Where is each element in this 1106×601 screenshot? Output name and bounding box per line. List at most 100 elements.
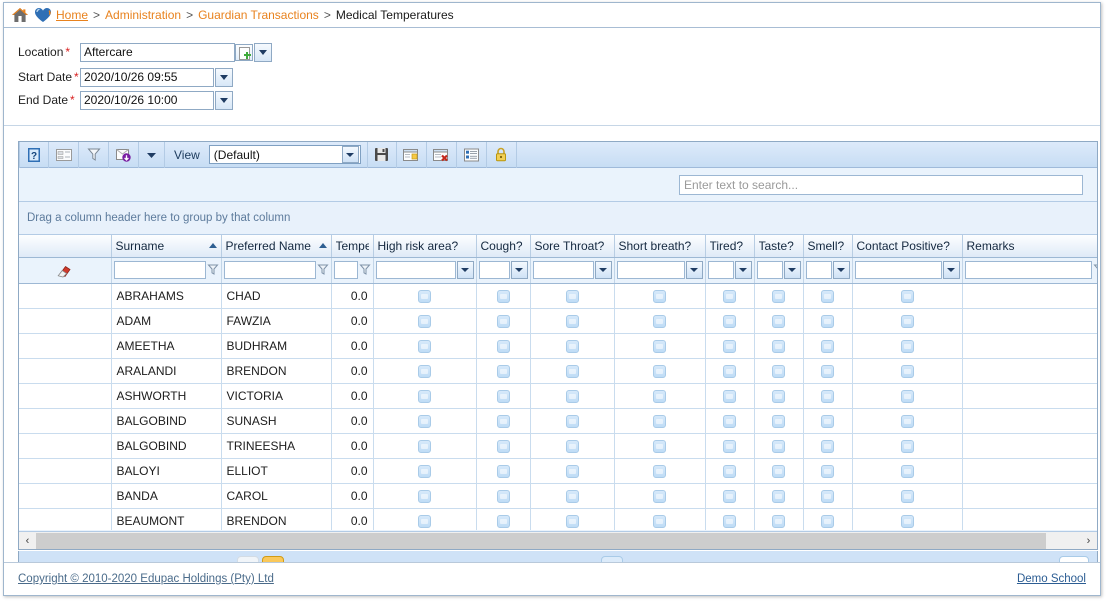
- checkbox-tired[interactable]: [723, 389, 736, 403]
- column-header-tired[interactable]: Tired?: [705, 235, 755, 258]
- column-header-rowind[interactable]: [19, 235, 112, 258]
- row-indicator-cell[interactable]: [19, 508, 112, 530]
- row-indicator-cell[interactable]: [19, 308, 112, 334]
- row-indicator-cell[interactable]: [19, 408, 112, 434]
- checkbox-cough[interactable]: [496, 414, 510, 428]
- checkbox-taste[interactable]: [772, 339, 785, 353]
- table-row[interactable]: BALGOBIND SUNASH 0.0: [19, 408, 1097, 434]
- checkbox-cell-taste[interactable]: [754, 483, 804, 509]
- checkbox-cell-contact[interactable]: [852, 283, 963, 309]
- lock-button[interactable]: [487, 142, 517, 168]
- checkbox-cell-cough[interactable]: [476, 358, 531, 384]
- checkbox-cell-tired[interactable]: [705, 358, 755, 384]
- checkbox-tired[interactable]: [723, 339, 736, 353]
- breadcrumb-item-home[interactable]: Home: [56, 8, 88, 22]
- checkbox-cough[interactable]: [496, 389, 510, 403]
- checkbox-cell-taste[interactable]: [754, 433, 804, 459]
- checkbox-taste[interactable]: [772, 439, 785, 453]
- chevron-down-icon[interactable]: [341, 146, 359, 163]
- checkbox-cell-taste[interactable]: [754, 333, 804, 359]
- start-date-picker-button[interactable]: [215, 67, 233, 87]
- checkbox-contact[interactable]: [900, 464, 914, 478]
- checkbox-cell-taste[interactable]: [754, 308, 804, 334]
- checkbox-cell-cough[interactable]: [476, 433, 531, 459]
- column-header-remarks[interactable]: Remarks: [962, 235, 1097, 258]
- checkbox-highrisk[interactable]: [418, 464, 431, 478]
- checkbox-cell-highrisk[interactable]: [373, 283, 477, 309]
- checkbox-highrisk[interactable]: [418, 289, 431, 303]
- checkbox-tired[interactable]: [723, 314, 736, 328]
- new-view-button[interactable]: [397, 142, 427, 168]
- checkbox-smell[interactable]: [821, 389, 834, 403]
- filter-funnel-icon[interactable]: [316, 263, 329, 277]
- home-icon[interactable]: [10, 6, 30, 24]
- checkbox-cell-sore[interactable]: [530, 458, 615, 484]
- checkbox-contact[interactable]: [900, 389, 914, 403]
- start-date-input[interactable]: 2020/10/26 09:55: [80, 67, 214, 87]
- checkbox-cough[interactable]: [496, 314, 510, 328]
- checkbox-cell-cough[interactable]: [476, 308, 531, 334]
- checkbox-cell-tired[interactable]: [705, 308, 755, 334]
- help-button[interactable]: ?: [19, 142, 49, 168]
- filter-select-sore[interactable]: [532, 261, 594, 279]
- checkbox-cell-breath[interactable]: [614, 483, 706, 509]
- checkbox-cell-highrisk[interactable]: [373, 408, 477, 434]
- tenant-link[interactable]: Demo School: [1017, 573, 1086, 585]
- checkbox-cell-taste[interactable]: [754, 283, 804, 309]
- checkbox-sore[interactable]: [565, 439, 579, 453]
- checkbox-smell[interactable]: [821, 339, 834, 353]
- checkbox-cell-smell[interactable]: [803, 283, 853, 309]
- checkbox-smell[interactable]: [821, 514, 834, 528]
- export-button[interactable]: [109, 142, 139, 168]
- checkbox-taste[interactable]: [772, 464, 785, 478]
- chevron-down-icon[interactable]: [832, 261, 850, 279]
- filter-select-breath[interactable]: [616, 261, 685, 279]
- export-dropdown-button[interactable]: [139, 142, 165, 168]
- filter-select-highrisk[interactable]: [375, 261, 456, 279]
- checkbox-cell-breath[interactable]: [614, 433, 706, 459]
- checkbox-smell[interactable]: [821, 489, 834, 503]
- checkbox-sore[interactable]: [565, 289, 579, 303]
- column-header-sore[interactable]: Sore Throat?: [530, 235, 615, 258]
- checkbox-highrisk[interactable]: [418, 514, 431, 528]
- column-header-smell[interactable]: Smell?: [803, 235, 853, 258]
- checkbox-cell-breath[interactable]: [614, 358, 706, 384]
- table-row[interactable]: BALGOBIND TRINEESHA 0.0: [19, 433, 1097, 459]
- scroll-left-arrow-icon[interactable]: ‹: [19, 532, 36, 549]
- end-date-input[interactable]: 2020/10/26 10:00: [80, 90, 214, 110]
- filter-select-contact[interactable]: [854, 261, 942, 279]
- filter-button[interactable]: [79, 142, 109, 168]
- checkbox-cell-tired[interactable]: [705, 408, 755, 434]
- filter-funnel-icon[interactable]: [358, 263, 371, 277]
- table-row[interactable]: BANDA CAROL 0.0: [19, 483, 1097, 509]
- scrollbar-track[interactable]: [36, 532, 1080, 549]
- checkbox-smell[interactable]: [821, 464, 834, 478]
- horizontal-scrollbar[interactable]: ‹ ›: [19, 531, 1097, 549]
- checkbox-highrisk[interactable]: [418, 489, 431, 503]
- checkbox-cell-tired[interactable]: [705, 333, 755, 359]
- checkbox-cell-sore[interactable]: [530, 483, 615, 509]
- checkbox-cell-sore[interactable]: [530, 433, 615, 459]
- checkbox-tired[interactable]: [723, 289, 736, 303]
- row-indicator-cell[interactable]: [19, 433, 112, 459]
- save-view-button[interactable]: [366, 142, 397, 168]
- filter-funnel-icon[interactable]: [1092, 263, 1097, 277]
- checkbox-cell-smell[interactable]: [803, 333, 853, 359]
- checkbox-contact[interactable]: [900, 439, 914, 453]
- checkbox-cell-contact[interactable]: [852, 508, 963, 530]
- checkbox-contact[interactable]: [900, 289, 914, 303]
- checkbox-contact[interactable]: [900, 339, 914, 353]
- checkbox-sore[interactable]: [565, 389, 579, 403]
- checkbox-cell-breath[interactable]: [614, 333, 706, 359]
- row-indicator-cell[interactable]: [19, 358, 112, 384]
- checkbox-cell-breath[interactable]: [614, 408, 706, 434]
- checkbox-cell-cough[interactable]: [476, 283, 531, 309]
- row-indicator-cell[interactable]: [19, 283, 112, 309]
- checkbox-sore[interactable]: [565, 364, 579, 378]
- table-row[interactable]: BEAUMONT BRENDON 0.0: [19, 508, 1097, 530]
- checkbox-cell-tired[interactable]: [705, 483, 755, 509]
- checkbox-cell-smell[interactable]: [803, 433, 853, 459]
- checkbox-tired[interactable]: [723, 364, 736, 378]
- checkbox-taste[interactable]: [772, 314, 785, 328]
- checkbox-cell-contact[interactable]: [852, 383, 963, 409]
